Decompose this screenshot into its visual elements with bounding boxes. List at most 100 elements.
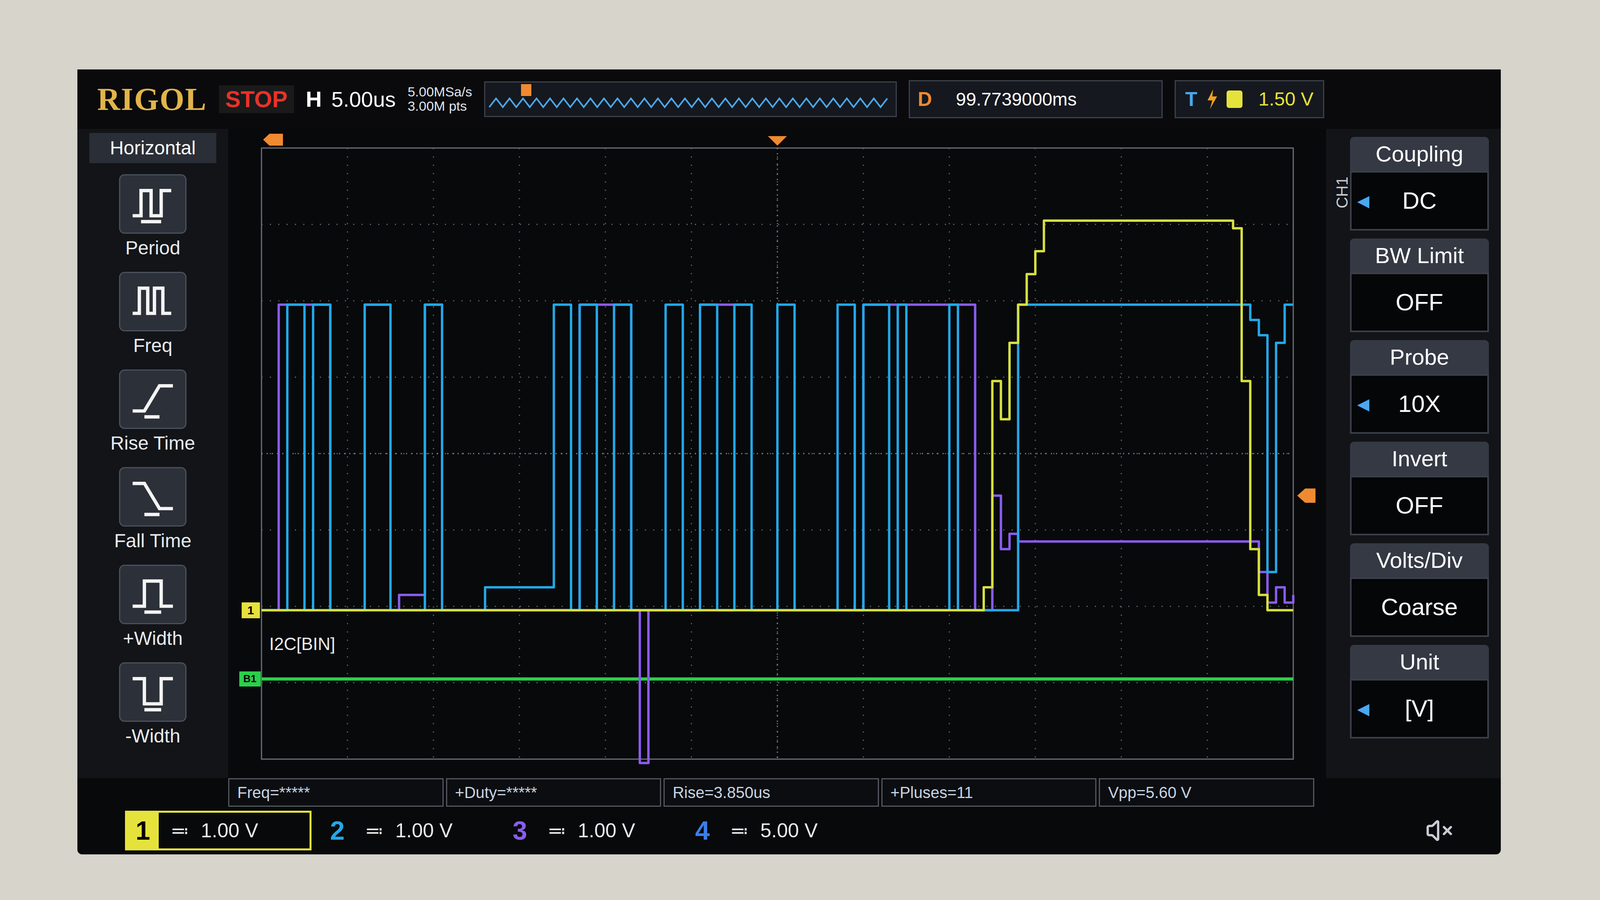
measure-menu-item[interactable]: Freq [89, 268, 217, 361]
channel-status[interactable]: 2 ≕ 1.00 V [319, 810, 495, 851]
brand-logo: RIGOL [97, 83, 208, 116]
left-menu: Horizontal Period Freq Rise TimeFall Time +W… [77, 128, 229, 779]
softkey-indicator: ◀ [1357, 392, 1370, 416]
run-state[interactable]: STOP [219, 85, 295, 114]
channel-coupling: ≕ [730, 817, 749, 845]
measure-menu-item[interactable]: +Width [89, 561, 217, 654]
measurement-item[interactable]: +Pluses=11 [881, 778, 1097, 807]
menu-softkey[interactable]: Coupling◀DC [1350, 136, 1489, 231]
trigger-source-icon [1226, 90, 1243, 108]
softkey-value: OFF [1350, 272, 1489, 333]
channel-scale: 5.00 V [760, 815, 818, 846]
channel-status[interactable]: 1 ≕ 1.00 V [125, 810, 312, 851]
menu-title: Horizontal [89, 132, 217, 164]
waveform-trace [261, 220, 1294, 611]
menu-softkey[interactable]: Volts/DivCoarse [1350, 543, 1489, 637]
display-screen: RIGOL STOP H 5.00us 5.00MSa/s3.00M pts D99.77… [77, 69, 1501, 855]
measure-icon-box [119, 467, 187, 527]
channel-number: 1 [126, 812, 159, 849]
waveform-overview[interactable] [484, 81, 897, 118]
channel-tag: CH1 [1334, 176, 1350, 209]
overview-position-marker[interactable] [521, 84, 532, 97]
delay-label: D [917, 89, 933, 110]
trigger-position-icon [767, 136, 787, 146]
waveform-trace [261, 304, 1294, 611]
measure-item-label: Freq [133, 333, 173, 358]
channel-bar: 1 ≕ 1.00 V 2 ≕ 1.00 V 3 ≕ 1.00 V 4 ≕ 5.00 V [77, 806, 1501, 855]
softkey-indicator: ◀ [1357, 188, 1370, 213]
channel-status[interactable]: 3 ≕ 1.00 V [501, 810, 677, 851]
measurement-bar: Freq=*****+Duty=*****Rise=3.850us+Pluses… [228, 778, 1315, 807]
mute-icon[interactable] [1425, 816, 1454, 845]
channel-number: 2 [321, 812, 354, 849]
measure-icon-box [119, 369, 187, 429]
acquisition-info: 5.00MSa/s3.00M pts [407, 84, 473, 114]
bus-line [261, 677, 1294, 681]
delay-box[interactable]: D99.7739000ms [908, 80, 1163, 119]
measure-type-icon [126, 670, 179, 714]
measure-menu-item[interactable]: -Width [89, 659, 217, 752]
trigger-label: T [1185, 89, 1198, 110]
softkey-value: ◀DC [1350, 171, 1489, 231]
softkey-indicator: ◀ [1357, 696, 1370, 721]
trigger-box[interactable]: T1.50 V [1174, 80, 1325, 119]
softkey-value: Coarse [1350, 577, 1489, 637]
timebase-label: H [305, 88, 322, 111]
measure-item-label: -Width [125, 724, 181, 749]
menu-softkey[interactable]: BW LimitOFF [1350, 238, 1489, 333]
measure-type-icon [126, 572, 179, 617]
measure-item-label: Period [125, 236, 181, 260]
menu-softkey[interactable]: Unit◀[V] [1350, 644, 1489, 739]
measurement-item[interactable]: Freq=***** [228, 778, 444, 807]
waveform-grid[interactable]: 1B1I2C[BIN] [261, 148, 1294, 760]
measurement-item[interactable]: +Duty=***** [446, 778, 662, 807]
channel-coupling: ≕ [547, 817, 566, 845]
measure-menu-item[interactable]: Fall Time [89, 463, 217, 556]
channel-ground-marker[interactable]: 1 [241, 602, 260, 619]
measure-icon-box [119, 662, 187, 722]
softkey-label: Probe [1350, 340, 1489, 375]
measurement-item[interactable]: Rise=3.850us [663, 778, 879, 807]
softkey-label: BW Limit [1350, 238, 1489, 273]
timebase[interactable]: H 5.00us [305, 88, 397, 111]
softkey-value: OFF [1350, 475, 1489, 536]
channel-scale: 1.00 V [395, 815, 453, 846]
softkey-value: ◀10X [1350, 374, 1489, 434]
measure-menu-item[interactable]: Rise Time [89, 366, 217, 459]
channel-coupling: ≕ [170, 817, 189, 845]
measure-item-label: +Width [123, 626, 183, 651]
time-origin-icon [263, 133, 283, 146]
channel-scale: 1.00 V [577, 815, 636, 846]
measure-type-icon [126, 377, 179, 422]
softkey-label: Coupling [1350, 136, 1489, 172]
softkey-label: Invert [1350, 441, 1489, 476]
measure-type-icon [126, 182, 179, 226]
oscilloscope: RIGOL STOP H 5.00us 5.00MSa/s3.00M pts D99.77… [0, 0, 1600, 900]
menu-softkey[interactable]: InvertOFF [1350, 441, 1489, 536]
menu-softkey[interactable]: Probe◀10X [1350, 340, 1489, 434]
channel-status[interactable]: 4 ≕ 5.00 V [684, 810, 860, 851]
main-area: Horizontal Period Freq Rise TimeFall Time +W… [77, 128, 1501, 779]
trigger-level-icon [1297, 488, 1316, 503]
waveform-chart [261, 148, 1294, 760]
waveform-trace [261, 304, 1294, 764]
softkey-label: Volts/Div [1350, 543, 1489, 578]
softkey-value: ◀[V] [1350, 678, 1489, 739]
measurement-item[interactable]: Vpp=5.60 V [1098, 778, 1315, 807]
measure-icon-box [119, 564, 187, 625]
timebase-value: 5.00us [331, 88, 396, 110]
bus-marker[interactable]: B1 [239, 671, 261, 687]
sample-rate: 5.00MSa/s [407, 84, 473, 100]
measure-icon-box [119, 271, 187, 332]
measure-menu-item[interactable]: Period [89, 171, 217, 264]
channel-coupling: ≕ [365, 817, 384, 845]
memory-depth: 3.00M pts [407, 99, 473, 114]
right-menu: CH1Coupling◀DCBW LimitOFFProbe◀10XInvert… [1326, 128, 1501, 779]
top-bar: RIGOL STOP H 5.00us 5.00MSa/s3.00M pts D99.77… [77, 69, 1501, 129]
channel-number: 3 [503, 812, 536, 849]
channel-number: 4 [686, 812, 719, 849]
decoder-label: I2C[BIN] [269, 635, 336, 653]
softkey-label: Unit [1350, 644, 1489, 679]
channel-scale: 1.00 V [200, 815, 259, 846]
measure-type-icon [126, 279, 179, 324]
